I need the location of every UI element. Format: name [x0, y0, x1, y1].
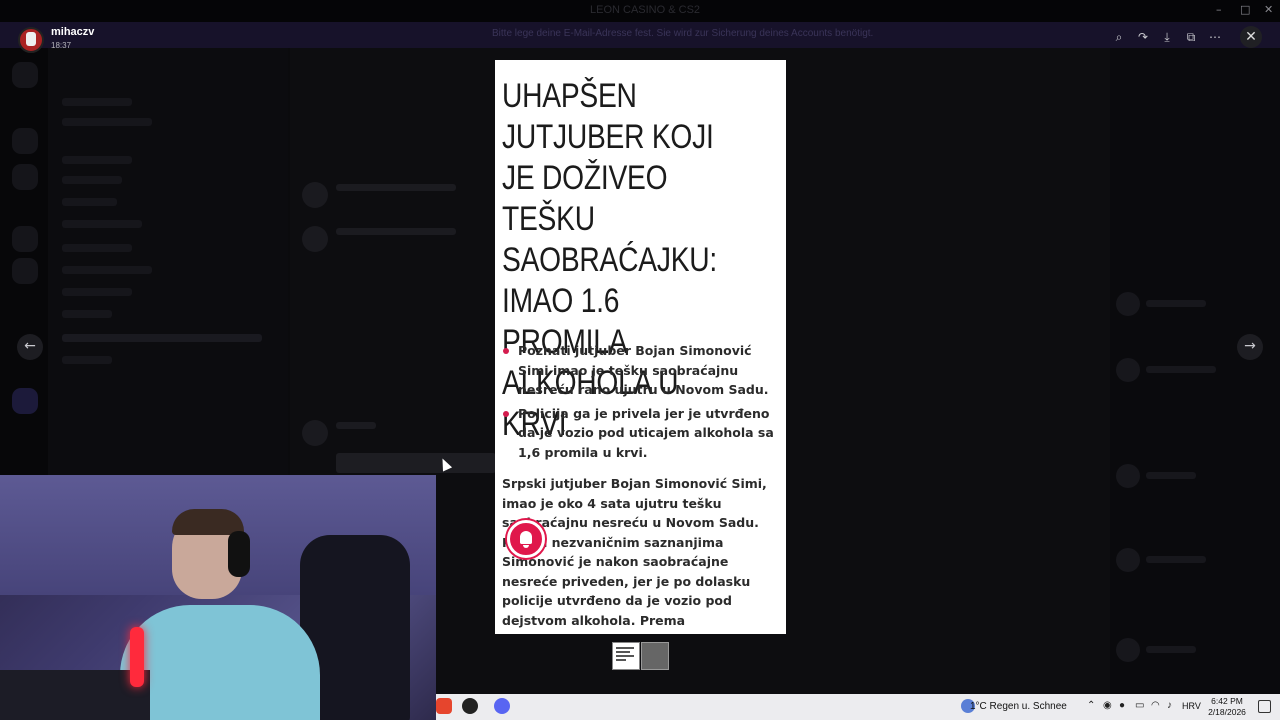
volume-icon[interactable]: ♪	[1167, 700, 1172, 711]
message-line	[336, 184, 456, 191]
email-banner-text: Bitte lege deine E-Mail-Adresse fest. Si…	[492, 28, 874, 39]
thumbnail-article[interactable]	[612, 642, 640, 670]
member-name	[1146, 556, 1206, 563]
member-name	[1146, 366, 1216, 373]
window-titlebar: LEON CASINO & CS2 – □ ✕	[0, 0, 1280, 22]
download-icon[interactable]: ⤓	[1156, 26, 1178, 48]
weather-text[interactable]: 1°C Regen u. Schnee	[970, 701, 1067, 712]
server-list	[0, 48, 48, 478]
channel-item[interactable]	[62, 156, 132, 164]
channel-item[interactable]	[62, 356, 112, 364]
member-avatar[interactable]	[1116, 292, 1140, 316]
message-avatar	[302, 182, 328, 208]
article-bullet: Policija ga je privela jer je utvrđeno d…	[503, 404, 779, 463]
open-external-icon[interactable]: ⧉	[1180, 26, 1202, 48]
streamer-body	[120, 605, 320, 720]
clock-date: 2/18/2026	[1208, 707, 1246, 717]
article-bullet-text: Poznati jutjuber Bojan Simonović Simi im…	[518, 343, 769, 397]
taskbar: 1°C Regen u. Schnee ⌃ ◉ ● ▭ ◠ ♪ HRV 6:42…	[436, 694, 1280, 720]
member-avatar[interactable]	[1116, 358, 1140, 382]
channel-item-selected[interactable]	[62, 334, 262, 342]
obs-app-icon[interactable]	[462, 698, 478, 714]
channel-item[interactable]	[62, 198, 117, 206]
tray-chevron-icon[interactable]: ⌃	[1087, 700, 1095, 711]
microphone-tray-icon[interactable]: ●	[1119, 700, 1125, 711]
window-close-icon[interactable]: ✕	[1264, 3, 1273, 16]
article-bullet: Poznati jutjuber Bojan Simonović Simi im…	[503, 341, 779, 400]
desk	[0, 670, 150, 720]
more-icon[interactable]: ⋯	[1204, 26, 1226, 48]
discord-app-icon[interactable]	[494, 698, 510, 714]
server-icon[interactable]	[12, 128, 38, 154]
webcam-overlay	[0, 475, 436, 720]
previous-image-button[interactable]: ←	[17, 334, 43, 360]
bullet-dot-icon	[503, 410, 509, 417]
bullet-dot-icon	[503, 348, 509, 354]
member-name	[1146, 472, 1196, 479]
member-list	[1110, 48, 1280, 694]
window-title: LEON CASINO & CS2	[590, 4, 701, 16]
uploader-avatar	[18, 27, 44, 53]
server-icon[interactable]	[12, 388, 38, 414]
upload-time: 18:37	[51, 41, 72, 50]
headphones	[228, 531, 250, 577]
microphone	[130, 627, 144, 687]
clock[interactable]: 6:42 PM 2/18/2026	[1202, 696, 1252, 718]
channel-list	[48, 48, 288, 478]
notification-center-icon[interactable]	[1258, 700, 1271, 713]
server-icon[interactable]	[12, 258, 38, 284]
channel-item[interactable]	[62, 98, 132, 106]
uploader-username: mihaczv	[51, 26, 95, 38]
forward-icon[interactable]: ↷	[1132, 26, 1154, 48]
member-avatar[interactable]	[1116, 464, 1140, 488]
message-line	[336, 228, 456, 235]
channel-item[interactable]	[62, 176, 122, 184]
image-thumbnails	[612, 642, 669, 670]
language-indicator[interactable]: HRV	[1182, 701, 1201, 711]
article-bullets: Poznati jutjuber Bojan Simonović Simi im…	[503, 341, 779, 466]
server-icon[interactable]	[12, 226, 38, 252]
channel-item[interactable]	[62, 118, 152, 126]
server-icon[interactable]	[12, 62, 38, 88]
network-tray-icon[interactable]: ▭	[1135, 700, 1144, 711]
member-avatar[interactable]	[1116, 548, 1140, 572]
clock-time: 6:42 PM	[1211, 696, 1243, 706]
member-avatar[interactable]	[1116, 638, 1140, 662]
wifi-tray-icon[interactable]: ◠	[1151, 700, 1160, 711]
article-bullet-text: Policija ga je privela jer je utvrđeno d…	[518, 405, 774, 460]
channel-item[interactable]	[62, 310, 112, 318]
message-line	[336, 422, 376, 429]
next-image-button[interactable]: →	[1237, 334, 1263, 360]
channel-item[interactable]	[62, 220, 142, 228]
member-name	[1146, 300, 1206, 307]
viewer-close-button[interactable]: ✕	[1240, 26, 1262, 48]
email-banner: Bitte lege deine E-Mail-Adresse fest. Si…	[0, 22, 1280, 48]
message-attachment[interactable]	[336, 453, 496, 473]
zoom-icon[interactable]: ⌕	[1108, 26, 1130, 48]
maximize-icon[interactable]: □	[1240, 3, 1250, 16]
viewer-toolbar: ⌕ ↷ ⤓ ⧉ ⋯	[1108, 26, 1232, 48]
browser-app-icon[interactable]	[436, 698, 452, 714]
minimize-icon[interactable]: –	[1216, 3, 1222, 16]
server-icon[interactable]	[12, 164, 38, 190]
channel-item[interactable]	[62, 288, 132, 296]
article-body: Srpski jutjuber Bojan Simonović Simi, im…	[502, 476, 770, 634]
discord-tray-icon[interactable]: ◉	[1103, 700, 1112, 711]
channel-item[interactable]	[62, 266, 152, 274]
message-avatar	[302, 226, 328, 252]
member-name	[1146, 646, 1196, 653]
notification-bell-icon[interactable]	[507, 520, 545, 558]
channel-item[interactable]	[62, 244, 132, 252]
thumbnail-second[interactable]	[641, 642, 669, 670]
message-avatar	[302, 420, 328, 446]
